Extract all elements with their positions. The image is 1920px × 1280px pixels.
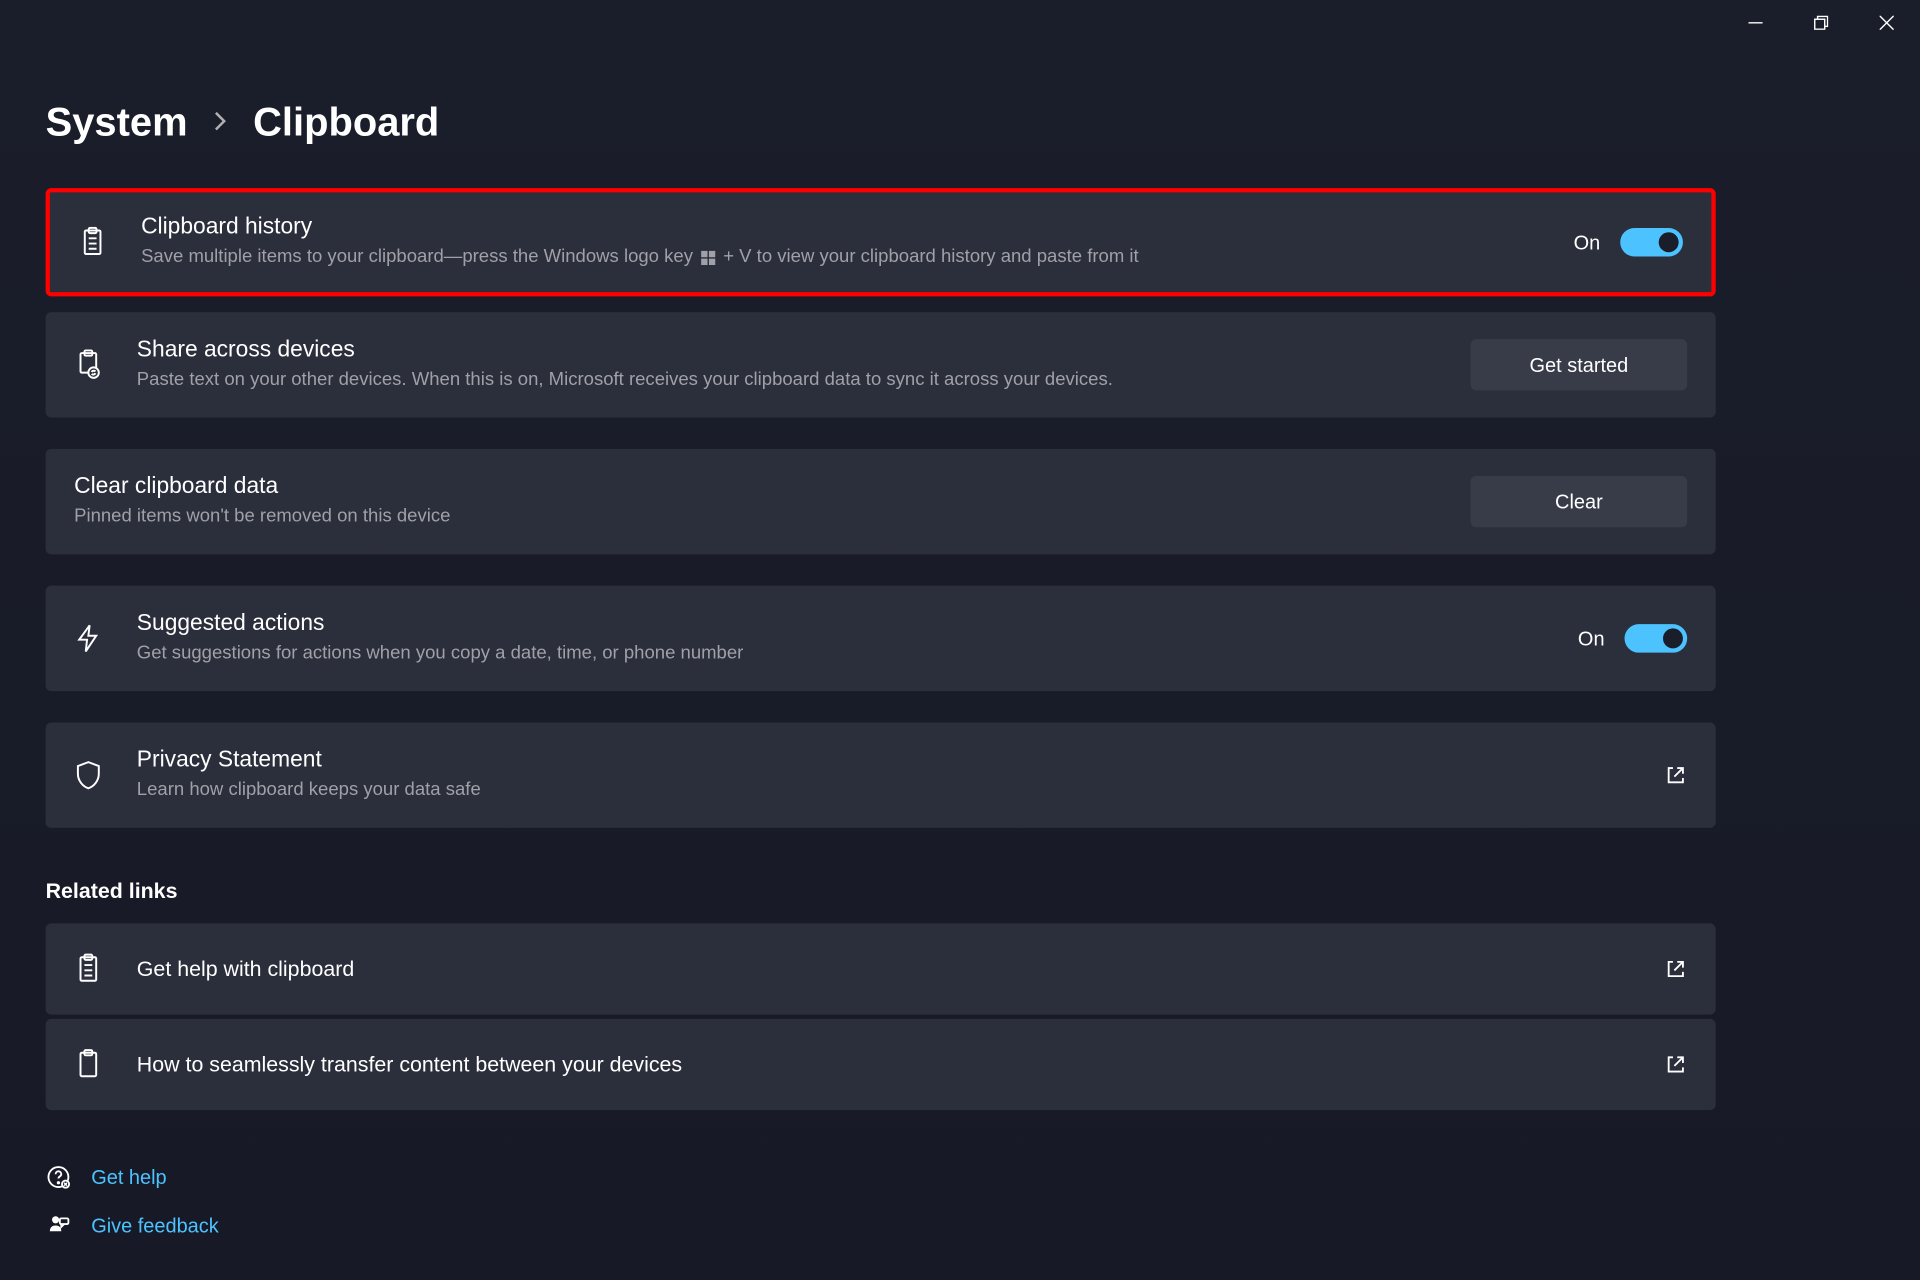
lightning-icon xyxy=(71,622,105,656)
link-title: Get help with clipboard xyxy=(137,957,1633,981)
breadcrumb-current: Clipboard xyxy=(253,100,439,146)
minimize-icon xyxy=(1748,16,1762,30)
get-help-label: Get help xyxy=(91,1166,166,1189)
footer-links: Get help Give feedback xyxy=(46,1164,1736,1238)
related-links-header: Related links xyxy=(46,879,1736,903)
maximize-icon xyxy=(1814,16,1828,30)
setting-title: Privacy Statement xyxy=(137,748,1633,774)
related-links-list: Get help with clipboard How to seamlessl… xyxy=(46,924,1716,1111)
setting-desc: Save multiple items to your clipboard—pr… xyxy=(141,244,1542,270)
get-help-link[interactable]: Get help xyxy=(46,1164,1736,1190)
breadcrumb-parent[interactable]: System xyxy=(46,100,188,146)
setting-suggested-actions[interactable]: Suggested actions Get suggestions for ac… xyxy=(46,586,1716,691)
setting-title: Share across devices xyxy=(137,338,1439,364)
windows-key-icon xyxy=(701,250,715,264)
setting-privacy[interactable]: Privacy Statement Learn how clipboard ke… xyxy=(46,723,1716,828)
link-transfer-content[interactable]: How to seamlessly transfer content betwe… xyxy=(46,1019,1716,1110)
minimize-button[interactable] xyxy=(1723,0,1789,46)
feedback-label: Give feedback xyxy=(91,1214,219,1237)
setting-title: Suggested actions xyxy=(137,611,1547,637)
clipboard-icon xyxy=(71,1048,105,1082)
clipboard-sync-icon xyxy=(71,348,105,382)
chevron-right-icon xyxy=(213,108,227,138)
toggle-label: On xyxy=(1574,231,1601,254)
link-help-clipboard[interactable]: Get help with clipboard xyxy=(46,924,1716,1015)
setting-desc: Pinned items won't be removed on this de… xyxy=(74,503,1439,529)
external-link-icon xyxy=(1664,764,1687,787)
shield-icon xyxy=(71,758,105,792)
setting-desc: Paste text on your other devices. When t… xyxy=(137,366,1439,392)
clipboard-list-icon xyxy=(71,952,105,986)
setting-title: Clear clipboard data xyxy=(74,475,1439,501)
external-link-icon xyxy=(1664,958,1687,981)
setting-clipboard-history[interactable]: Clipboard history Save multiple items to… xyxy=(46,188,1716,297)
window-controls xyxy=(1723,0,1920,46)
toggle-label: On xyxy=(1578,627,1605,650)
setting-desc: Get suggestions for actions when you cop… xyxy=(137,640,1547,666)
get-started-button[interactable]: Get started xyxy=(1471,339,1688,390)
maximize-button[interactable] xyxy=(1788,0,1854,46)
feedback-icon xyxy=(46,1213,72,1239)
feedback-link[interactable]: Give feedback xyxy=(46,1213,1736,1239)
link-title: How to seamlessly transfer content betwe… xyxy=(137,1053,1633,1077)
help-icon xyxy=(46,1164,72,1190)
setting-title: Clipboard history xyxy=(141,215,1542,241)
clear-button[interactable]: Clear xyxy=(1471,476,1688,527)
clipboard-history-toggle[interactable] xyxy=(1620,228,1683,256)
close-icon xyxy=(1880,16,1894,30)
breadcrumb: System Clipboard xyxy=(46,100,1736,146)
external-link-icon xyxy=(1664,1053,1687,1076)
setting-clear-data: Clear clipboard data Pinned items won't … xyxy=(46,449,1716,554)
settings-list: Clipboard history Save multiple items to… xyxy=(46,188,1716,828)
setting-desc: Learn how clipboard keeps your data safe xyxy=(137,777,1633,803)
suggested-actions-toggle[interactable] xyxy=(1625,624,1688,653)
close-button[interactable] xyxy=(1854,0,1920,46)
setting-share-devices[interactable]: Share across devices Paste text on your … xyxy=(46,312,1716,417)
clipboard-list-icon xyxy=(76,225,110,259)
